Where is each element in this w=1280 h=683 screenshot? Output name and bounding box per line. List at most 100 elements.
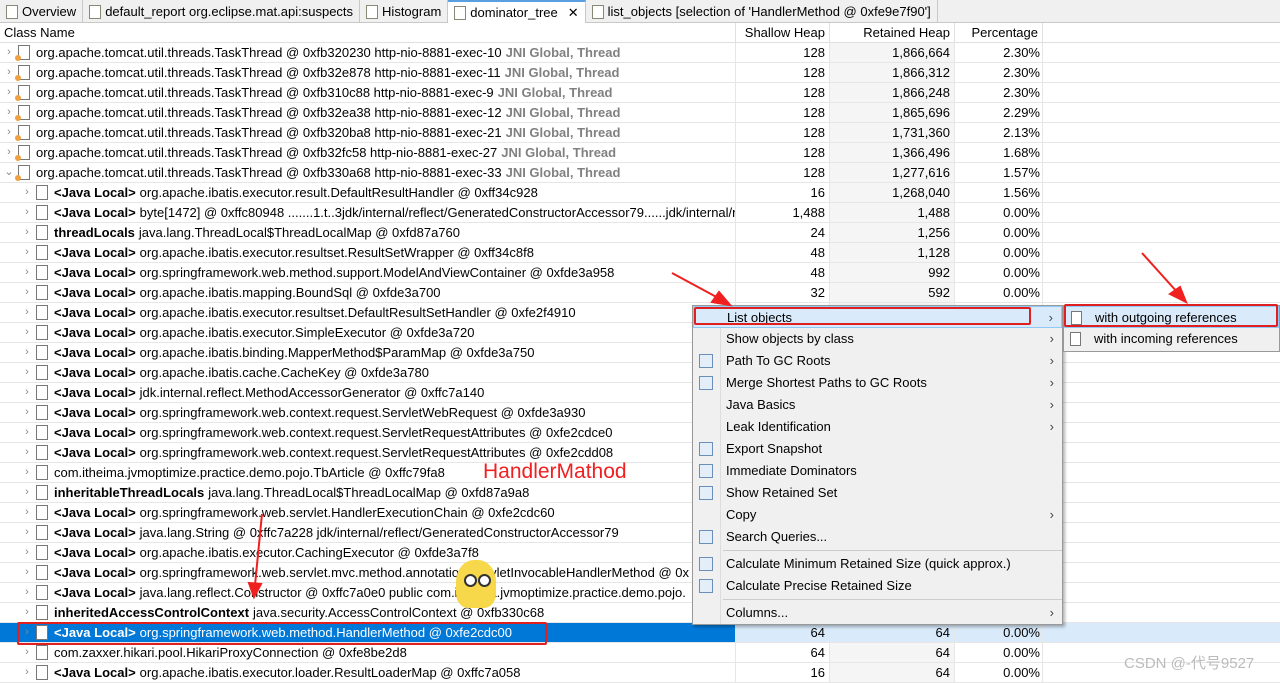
expand-icon[interactable]: › xyxy=(18,523,36,542)
menu-item-label: Columns... xyxy=(726,605,789,620)
column-retained-heap[interactable]: Retained Heap xyxy=(830,23,955,42)
table-row[interactable]: › com.zaxxer.hikari.pool.HikariProxyConne… xyxy=(0,643,1280,663)
table-row[interactable]: › inheritedAccessControlContext java.secur… xyxy=(0,603,1280,623)
column-class-name[interactable]: Class Name xyxy=(0,23,736,42)
expand-icon[interactable]: › xyxy=(18,423,36,442)
menu-item-java-basics[interactable]: Java Basics › xyxy=(693,394,1062,416)
shallow-heap-cell: 1,488 xyxy=(736,203,830,222)
table-row[interactable]: › <Java Local> org.apache.ibatis.executor.… xyxy=(0,183,1280,203)
expand-icon[interactable]: › xyxy=(18,403,36,422)
table-row[interactable]: › <Java Local> byte[1472] @ 0xffc80948 ...… xyxy=(0,203,1280,223)
expand-icon[interactable]: › xyxy=(18,343,36,362)
expand-icon[interactable]: › xyxy=(18,543,36,562)
menu-item-list-objects[interactable]: List objects › xyxy=(693,306,1062,328)
expand-icon[interactable]: › xyxy=(18,623,36,642)
submenu-item-incoming[interactable]: with incoming references xyxy=(1064,328,1279,350)
column-percentage[interactable]: Percentage xyxy=(955,23,1043,42)
tab-default-report[interactable]: default_report org.eclipse.mat.api:suspe… xyxy=(83,0,361,23)
expand-icon[interactable]: › xyxy=(18,283,36,302)
table-row[interactable]: › com.itheima.jvmoptimize.practice.demo.p… xyxy=(0,463,1280,483)
table-row[interactable]: › <Java Local> org.apache.ibatis.mapping.B… xyxy=(0,283,1280,303)
menu-item-show-objects-by-class[interactable]: Show objects by class › xyxy=(693,328,1062,350)
chevron-right-icon: › xyxy=(1049,375,1054,390)
table-row[interactable]: › <Java Local> java.lang.reflect.Construct… xyxy=(0,583,1280,603)
retained-heap-cell: 992 xyxy=(830,263,955,282)
expand-icon[interactable]: › xyxy=(18,363,36,382)
shallow-heap-cell: 128 xyxy=(736,63,830,82)
menu-item-search-queries[interactable]: Search Queries... xyxy=(693,526,1062,548)
expand-icon[interactable]: › xyxy=(18,383,36,402)
expand-icon[interactable]: › xyxy=(18,463,36,482)
retained-heap-cell: 64 xyxy=(830,663,955,682)
menu-item-copy[interactable]: Copy › xyxy=(693,504,1062,526)
table-row[interactable]: › org.apache.tomcat.util.threads.TaskThre… xyxy=(0,83,1280,103)
shallow-heap-cell: 16 xyxy=(736,663,830,682)
class-name-cell: › com.zaxxer.hikari.pool.HikariProxyConne… xyxy=(0,643,736,662)
table-row[interactable]: › <Java Local> org.springframework.web.met… xyxy=(0,263,1280,283)
menu-item-immediate-dominators[interactable]: Immediate Dominators xyxy=(693,460,1062,482)
table-row[interactable]: › org.apache.tomcat.util.threads.TaskThre… xyxy=(0,143,1280,163)
object-name: org.springframework.web.method.HandlerMe… xyxy=(139,625,512,640)
tab-Histogram[interactable]: Histogram xyxy=(360,0,449,23)
menu-item-export-snapshot[interactable]: Export Snapshot xyxy=(693,438,1062,460)
table-row[interactable]: › <Java Local> org.apache.ibatis.executor.… xyxy=(0,663,1280,683)
tab-dominator-tree[interactable]: dominator_tree ✕ xyxy=(448,0,586,23)
expand-icon[interactable]: › xyxy=(18,263,36,282)
table-row[interactable]: › <Java Local> org.springframework.web.met… xyxy=(0,623,1280,643)
menu-item-calculate-precise-retained-size[interactable]: Calculate Precise Retained Size xyxy=(693,575,1062,597)
expand-icon[interactable]: › xyxy=(18,503,36,522)
table-row[interactable]: › <Java Local> org.springframework.web.ser… xyxy=(0,563,1280,583)
table-row[interactable]: › inheritableThreadLocals java.lang.Thread… xyxy=(0,483,1280,503)
tab-Overview[interactable]: Overview xyxy=(0,0,84,23)
table-row[interactable]: › <Java Local> jdk.internal.reflect.Method… xyxy=(0,383,1280,403)
expand-icon[interactable]: › xyxy=(18,443,36,462)
table-row[interactable]: › org.apache.tomcat.util.threads.TaskThre… xyxy=(0,63,1280,83)
expand-icon[interactable]: › xyxy=(18,303,36,322)
menu-item-path-to-gc-roots[interactable]: Path To GC Roots › xyxy=(693,350,1062,372)
submenu-item-outgoing[interactable]: with outgoing references xyxy=(1064,306,1279,328)
expand-icon[interactable]: › xyxy=(18,323,36,342)
expand-icon[interactable]: › xyxy=(18,243,36,262)
expand-icon[interactable]: › xyxy=(18,643,36,662)
table-row[interactable]: › <Java Local> org.apache.ibatis.executor.… xyxy=(0,243,1280,263)
table-row[interactable]: › <Java Local> org.springframework.web.con… xyxy=(0,443,1280,463)
table-row[interactable]: › <Java Local> org.apache.ibatis.cache.Cac… xyxy=(0,363,1280,383)
shallow-heap-cell: 48 xyxy=(736,243,830,262)
menu-item-merge-shortest-paths-to-gc-roots[interactable]: Merge Shortest Paths to GC Roots › xyxy=(693,372,1062,394)
expand-icon[interactable]: › xyxy=(18,663,36,682)
expand-icon[interactable]: › xyxy=(18,203,36,222)
table-row[interactable]: › org.apache.tomcat.util.threads.TaskThre… xyxy=(0,103,1280,123)
expand-icon[interactable]: › xyxy=(18,183,36,202)
menu-item-calculate-minimum-retained-size-quick-approx[interactable]: Calculate Minimum Retained Size (quick a… xyxy=(693,553,1062,575)
percentage-cell: 0.00% xyxy=(955,623,1043,642)
class-name-cell: › <Java Local> jdk.internal.reflect.Method… xyxy=(0,383,736,402)
class-name-cell: › org.apache.tomcat.util.threads.TaskThre… xyxy=(0,63,736,82)
object-icon xyxy=(36,305,48,320)
expand-icon[interactable]: › xyxy=(18,603,36,622)
menu-item-show-retained-set[interactable]: Show Retained Set xyxy=(693,482,1062,504)
table-row[interactable]: › org.apache.tomcat.util.threads.TaskThre… xyxy=(0,43,1280,63)
expand-icon[interactable]: › xyxy=(18,583,36,602)
menu-item-leak-identification[interactable]: Leak Identification › xyxy=(693,416,1062,438)
expand-icon[interactable]: › xyxy=(18,223,36,242)
table-row[interactable]: › <Java Local> org.springframework.web.con… xyxy=(0,403,1280,423)
class-name-cell: › org.apache.tomcat.util.threads.TaskThre… xyxy=(0,123,736,142)
table-row[interactable]: › <Java Local> org.springframework.web.con… xyxy=(0,423,1280,443)
expand-icon[interactable]: › xyxy=(18,563,36,582)
table-row[interactable]: › org.apache.tomcat.util.threads.TaskThre… xyxy=(0,123,1280,143)
close-icon[interactable]: ✕ xyxy=(568,5,579,21)
table-row[interactable]: › <Java Local> org.apache.ibatis.executor.… xyxy=(0,543,1280,563)
tab-list-objects[interactable]: list_objects [selection of 'HandlerMetho… xyxy=(586,0,938,23)
class-name-cell: › org.apache.tomcat.util.threads.TaskThre… xyxy=(0,103,736,122)
table-row[interactable]: ⌄ org.apache.tomcat.util.threads.TaskThre… xyxy=(0,163,1280,183)
reference-label: <Java Local> xyxy=(54,405,136,420)
table-row[interactable]: › <Java Local> java.lang.String @ 0xffc7a2… xyxy=(0,523,1280,543)
menu-item-columns[interactable]: Columns... › xyxy=(693,602,1062,624)
table-row[interactable]: › threadLocals java.lang.ThreadLocal$Threa… xyxy=(0,223,1280,243)
column-shallow-heap[interactable]: Shallow Heap xyxy=(736,23,830,42)
object-name: org.springframework.web.context.request.… xyxy=(139,425,613,440)
reference-label: <Java Local> xyxy=(54,185,136,200)
reference-label: <Java Local> xyxy=(54,365,136,380)
expand-icon[interactable]: › xyxy=(18,483,36,502)
table-row[interactable]: › <Java Local> org.springframework.web.ser… xyxy=(0,503,1280,523)
